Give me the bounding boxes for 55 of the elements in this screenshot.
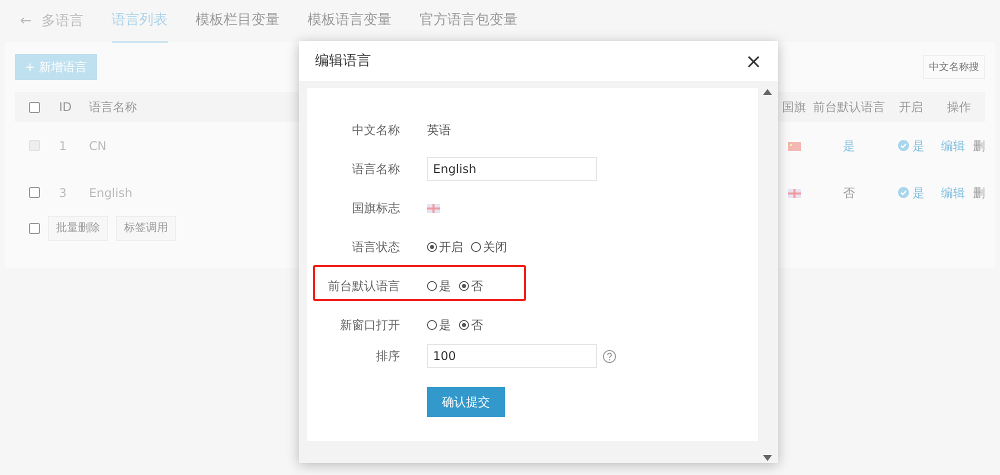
table-cell-text: 3 — [59, 184, 68, 202]
edit-link[interactable]: 编辑 — [941, 136, 965, 154]
field-label: 前台默认语言 — [327, 278, 400, 294]
table-cell: 是 — [843, 138, 855, 152]
table-cell-text: 是 — [912, 138, 924, 154]
column-header: 前台默认语言 — [812, 99, 886, 116]
checkbox[interactable] — [29, 187, 40, 198]
search-field[interactable]: 中文名称搜 — [923, 55, 985, 79]
table-cell-text: 是 — [912, 184, 924, 202]
tab[interactable]: 模板语言变量 — [308, 0, 392, 42]
field-label: 排序 — [375, 348, 400, 365]
modal-title: 编辑语言 — [315, 52, 371, 70]
input-field[interactable]: 100 — [427, 344, 597, 368]
scroll-down-icon[interactable] — [763, 455, 772, 461]
checkbox[interactable] — [29, 222, 40, 234]
column-header: ID — [59, 99, 73, 116]
radio-option[interactable]: 否 — [459, 316, 483, 334]
flag-icon — [427, 204, 440, 213]
radio-option[interactable]: 是 — [427, 276, 451, 294]
submit-button[interactable]: 确认提交 — [427, 387, 505, 417]
field-value: 英语 — [427, 122, 451, 138]
field-label: 国旗标志 — [351, 200, 400, 216]
delete-link[interactable]: 删 — [973, 136, 985, 154]
input-field[interactable]: English — [427, 156, 597, 180]
close-button[interactable]: × — [745, 51, 762, 71]
table-cell-text: CN — [89, 138, 108, 154]
tab[interactable]: 模板栏目变量 — [196, 0, 280, 42]
checkbox[interactable] — [29, 102, 40, 112]
field-label: 中文名称 — [351, 122, 400, 138]
table-cell: 否 — [843, 186, 855, 200]
add-language-button[interactable]: + 新增语言 — [15, 54, 97, 80]
action-button[interactable]: 批量删除 — [48, 216, 108, 240]
field-label: 语言名称 — [351, 160, 400, 178]
action-button[interactable]: 标签调用 — [116, 216, 176, 240]
radio-option[interactable]: 关闭 — [471, 238, 507, 256]
column-header: 操作 — [946, 99, 972, 116]
scroll-up-icon[interactable] — [763, 89, 772, 95]
page-title: 多语言 — [42, 12, 84, 30]
radio-option[interactable]: 开启 — [427, 238, 463, 256]
field-label: 语言状态 — [351, 238, 400, 256]
help-icon[interactable] — [603, 350, 616, 363]
column-header: 国旗 — [781, 99, 807, 116]
field-label: 新窗口打开 — [339, 316, 400, 334]
table-cell-text: 1 — [59, 138, 68, 154]
flag-icon — [788, 188, 800, 198]
edit-link[interactable]: 编辑 — [941, 184, 965, 202]
back-icon[interactable]: ← — [20, 10, 32, 32]
column-header: 语言名称 — [89, 99, 138, 116]
table-cell-text: English — [89, 184, 134, 202]
tab[interactable]: 官方语言包变量 — [420, 0, 518, 42]
radio-option[interactable]: 否 — [459, 276, 483, 294]
column-header: 开启 — [898, 99, 924, 116]
radio-option[interactable]: 是 — [427, 316, 451, 334]
flag-icon — [788, 142, 800, 151]
delete-link[interactable]: 删 — [973, 184, 985, 202]
